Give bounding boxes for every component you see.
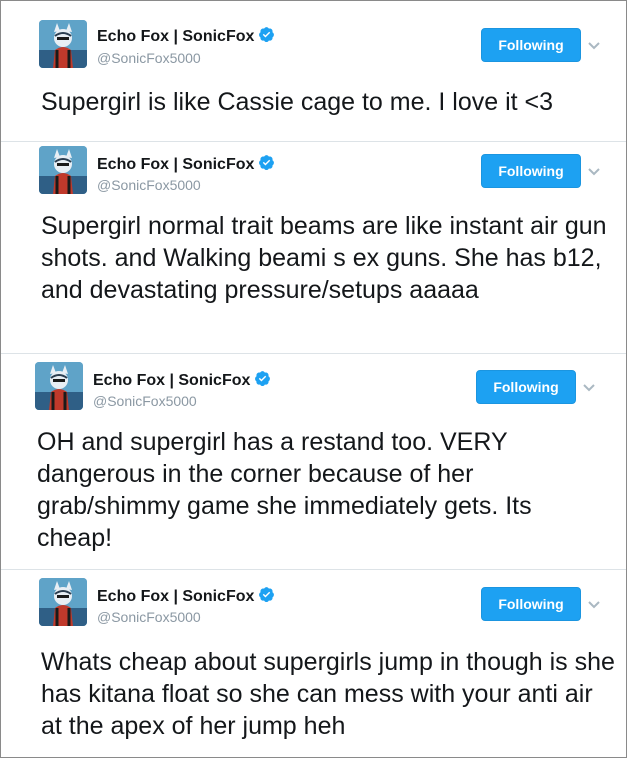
display-name-text[interactable]: Echo Fox | SonicFox: [97, 28, 254, 45]
display-name[interactable]: Echo Fox | SonicFox: [97, 586, 275, 606]
avatar[interactable]: [39, 578, 87, 626]
following-button[interactable]: Following: [481, 587, 581, 621]
tweet-thread: Echo Fox | SonicFox @SonicFox5000 Follow…: [0, 0, 627, 758]
display-name[interactable]: Echo Fox | SonicFox: [97, 154, 275, 174]
tweet-text: Whats cheap about supergirls jump in tho…: [41, 648, 622, 740]
avatar[interactable]: [35, 362, 83, 410]
handle[interactable]: @SonicFox5000: [97, 177, 201, 193]
verified-badge-icon: [259, 587, 275, 603]
chevron-down-icon[interactable]: [587, 600, 601, 610]
avatar[interactable]: [39, 146, 87, 194]
avatar[interactable]: [39, 20, 87, 68]
handle[interactable]: @SonicFox5000: [93, 393, 197, 409]
following-button[interactable]: Following: [481, 28, 581, 62]
verified-badge-icon: [259, 155, 275, 171]
display-name[interactable]: Echo Fox | SonicFox: [97, 26, 275, 46]
tweet: Echo Fox | SonicFox @SonicFox5000 Follow…: [1, 353, 626, 569]
chevron-down-icon[interactable]: [587, 41, 601, 51]
display-name[interactable]: Echo Fox | SonicFox: [93, 370, 271, 390]
display-name-text[interactable]: Echo Fox | SonicFox: [97, 156, 254, 173]
verified-badge-icon: [259, 27, 275, 43]
tweet-text: Supergirl normal trait beams are like in…: [41, 212, 614, 304]
chevron-down-icon[interactable]: [582, 383, 596, 393]
chevron-down-icon[interactable]: [587, 167, 601, 177]
tweet: Echo Fox | SonicFox @SonicFox5000 Follow…: [1, 141, 626, 352]
following-button[interactable]: Following: [476, 370, 576, 404]
display-name-text[interactable]: Echo Fox | SonicFox: [97, 588, 254, 605]
tweet-text: Supergirl is like Cassie cage to me. I l…: [41, 88, 554, 116]
handle[interactable]: @SonicFox5000: [97, 50, 201, 66]
tweet: Echo Fox | SonicFox @SonicFox5000 Follow…: [1, 1, 626, 141]
following-button[interactable]: Following: [481, 154, 581, 188]
display-name-text[interactable]: Echo Fox | SonicFox: [93, 372, 250, 389]
verified-badge-icon: [255, 371, 271, 387]
handle[interactable]: @SonicFox5000: [97, 609, 201, 625]
tweet-text: OH and supergirl has a restand too. VERY…: [37, 428, 539, 552]
tweet: Echo Fox | SonicFox @SonicFox5000 Follow…: [1, 569, 626, 757]
